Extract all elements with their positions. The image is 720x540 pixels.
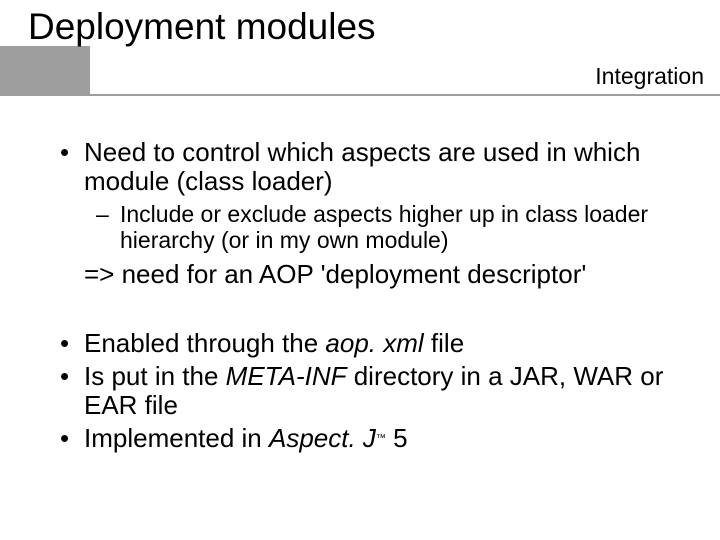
slide-subtitle: Integration	[595, 63, 704, 90]
directory-name: META-INF	[226, 361, 347, 391]
bullet-text-part: file	[424, 328, 464, 358]
slide-title: Deployment modules	[28, 6, 376, 48]
header-divider	[0, 94, 720, 96]
version-number: 5	[386, 423, 408, 453]
bullet-item: Implemented in Aspect. J™ 5	[60, 424, 690, 453]
product-name: Aspect. J	[269, 423, 376, 453]
bullet-text-part: Is put in the	[84, 361, 226, 391]
slide-body: Need to control which aspects are used i…	[60, 138, 690, 457]
bullet-text: Need to control which aspects are used i…	[84, 137, 640, 196]
trademark-symbol: ™	[376, 433, 386, 444]
bullet-text-part: Implemented in	[84, 423, 269, 453]
header-accent-bar	[0, 46, 90, 94]
sub-bullet-item: Include or exclude aspects higher up in …	[60, 202, 690, 254]
bullet-item: Is put in the META-INF directory in a JA…	[60, 362, 690, 420]
bullet-item: Enabled through the aop. xml file	[60, 329, 690, 358]
conclusion-line: => need for an AOP 'deployment descripto…	[60, 260, 690, 289]
sub-bullet-text: Include or exclude aspects higher up in …	[120, 201, 648, 253]
bullet-item: Need to control which aspects are used i…	[60, 138, 690, 196]
slide: Deployment modules Integration Need to c…	[0, 0, 720, 540]
bullet-text-part: Enabled through the	[84, 328, 325, 358]
conclusion-text: => need for an AOP 'deployment descripto…	[84, 259, 586, 289]
filename: aop. xml	[325, 328, 423, 358]
spacer	[60, 307, 690, 329]
